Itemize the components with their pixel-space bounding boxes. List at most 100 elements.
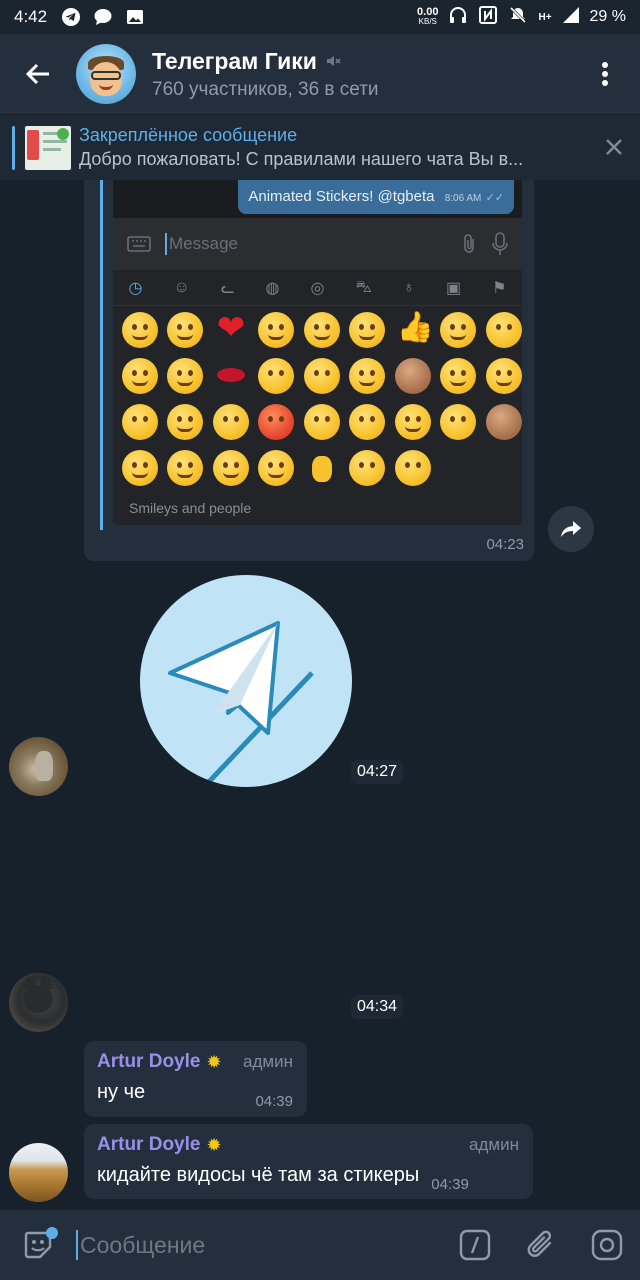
emoji [349,450,386,486]
message-body: ну че 04:39 [97,1081,293,1110]
emoji [440,312,477,348]
symbols-icon: ▣ [445,279,462,297]
user-avatar[interactable] [9,737,68,796]
chat-info[interactable]: Телеграм Гики 760 участников, 36 в сети [152,48,379,101]
message-header: Artur Doyle ✹ админ [97,1134,519,1156]
pinned-thumbnail [25,125,71,170]
screenshot-mic-icon [492,232,508,255]
chat-title-row: Телеграм Гики [152,48,379,75]
emoji [485,358,522,394]
emoji [258,312,295,348]
menu-button[interactable] [570,34,640,114]
pinned-close-button[interactable] [602,135,626,159]
emoji [258,358,295,394]
screenshot-image[interactable]: Animated Stickers! @tgbeta 8:06 AM ✓✓ Me… [113,180,522,525]
author-name[interactable]: Artur Doyle [97,1051,200,1073]
cat-figure [23,985,53,1013]
pinned-text-block: Закреплённое сообщение Добро пожаловать!… [79,125,579,170]
mute-bell-icon [508,5,528,30]
message-header: Artur Doyle ✹ админ [97,1051,293,1073]
paperclip-icon [527,1230,552,1257]
emoji [258,450,295,486]
admin-label: админ [243,1052,293,1071]
emoji [121,312,158,348]
user-avatar[interactable] [9,973,68,1032]
flag-icon: ⚑ [492,279,507,297]
pinned-title: Закреплённое сообщение [79,125,298,145]
pinned-accent-bar [12,125,15,170]
screenshot-chat: Animated Stickers! @tgbeta 8:06 AM ✓✓ [113,180,522,218]
bot-command-button[interactable] [442,1210,508,1280]
smile-icon: ☺ [173,278,190,296]
arrow-left-icon [25,63,49,85]
telegram-sticker[interactable] [140,575,352,787]
emoji [167,404,204,440]
recent-icon: ◷ [128,279,143,297]
nfc-icon [478,5,498,30]
chat-subtitle: 760 участников, 36 в сети [152,78,379,100]
emoji-category-label: Smileys and people [129,500,252,516]
bulb-icon: ♁ [402,278,415,296]
screenshot-sent-time: 8:06 AM [444,193,482,204]
pinned-text: Добро пожаловать! С правилами нашего чат… [79,149,524,169]
chat-title: Телеграм Гики [152,47,317,74]
text-message[interactable]: Artur Doyle ✹ админ ну че 04:39 [84,1041,307,1117]
network-speed-unit: KB/S [418,17,437,26]
sticker-button[interactable] [0,1210,76,1280]
signal-icon [562,6,580,29]
sun-badge-icon: ✹ [206,1051,222,1072]
bot-command-icon [459,1229,491,1261]
avatar-glasses [91,71,121,80]
emoji [485,312,522,348]
message-input[interactable]: Сообщение [76,1210,442,1280]
more-vertical-icon [602,62,608,86]
message-time: 04:39 [431,1176,469,1193]
heart-emoji [213,308,249,348]
screenshot-caret [165,233,167,255]
battery-level: 29 % [589,8,626,25]
chat-avatar[interactable] [76,44,136,104]
close-icon [606,139,622,155]
emoji [349,404,386,440]
message-input-placeholder: Сообщение [80,1231,206,1258]
network-type: H+ [538,11,552,23]
emoji [167,312,204,348]
apple-icon: ◍ [265,279,280,297]
network-speed: 0.00 KB/S [417,7,438,27]
message-time: 04:39 [255,1093,293,1110]
emoji [303,404,340,440]
forward-button[interactable] [548,506,594,552]
emoji [349,312,386,348]
input-caret [76,1230,78,1260]
new-stickers-dot [46,1227,58,1239]
message-time: 04:23 [486,536,524,553]
owl-figure [35,751,53,781]
emoji [167,450,204,486]
screenshot-attach-icon [464,234,474,253]
screenshot-compose-placeholder: Message [169,234,238,253]
emoji [121,450,158,486]
monkey-emoji [485,404,522,440]
message-list[interactable]: Animated Stickers! @tgbeta 8:06 AM ✓✓ Me… [0,180,640,1210]
user-avatar[interactable] [9,1143,68,1202]
camera-button[interactable] [574,1210,640,1280]
admin-label: админ [469,1135,519,1154]
pinned-message[interactable]: Закреплённое сообщение Добро пожаловать!… [0,114,640,180]
emoji [394,404,431,440]
share-arrow-icon [561,521,581,537]
text-message[interactable]: Artur Doyle ✹ админ кидайте видосы чё та… [84,1124,533,1199]
message-text: кидайте видосы чё там за стикеры [97,1164,420,1186]
back-button[interactable] [0,34,76,114]
mute-icon [326,56,341,66]
message-body: кидайте видосы чё там за стикеры 04:39 [97,1164,519,1193]
emoji-category-tabs: ◷ ☺ ᓚ ◍ ◎ ⛍ ♁ ▣ ⚑ [113,270,522,306]
screenshot-sent-bubble: Animated Stickers! @tgbeta 8:06 AM ✓✓ [238,180,514,214]
emoji [212,450,249,486]
ball-icon: ◎ [310,279,325,297]
attach-button[interactable] [508,1210,574,1280]
emoji [121,358,158,394]
chat-bubble-icon [93,7,113,27]
media-message[interactable]: Animated Stickers! @tgbeta 8:06 AM ✓✓ Me… [84,180,534,561]
cat-icon: ᓚ [220,279,235,297]
author-name[interactable]: Artur Doyle [97,1134,200,1156]
